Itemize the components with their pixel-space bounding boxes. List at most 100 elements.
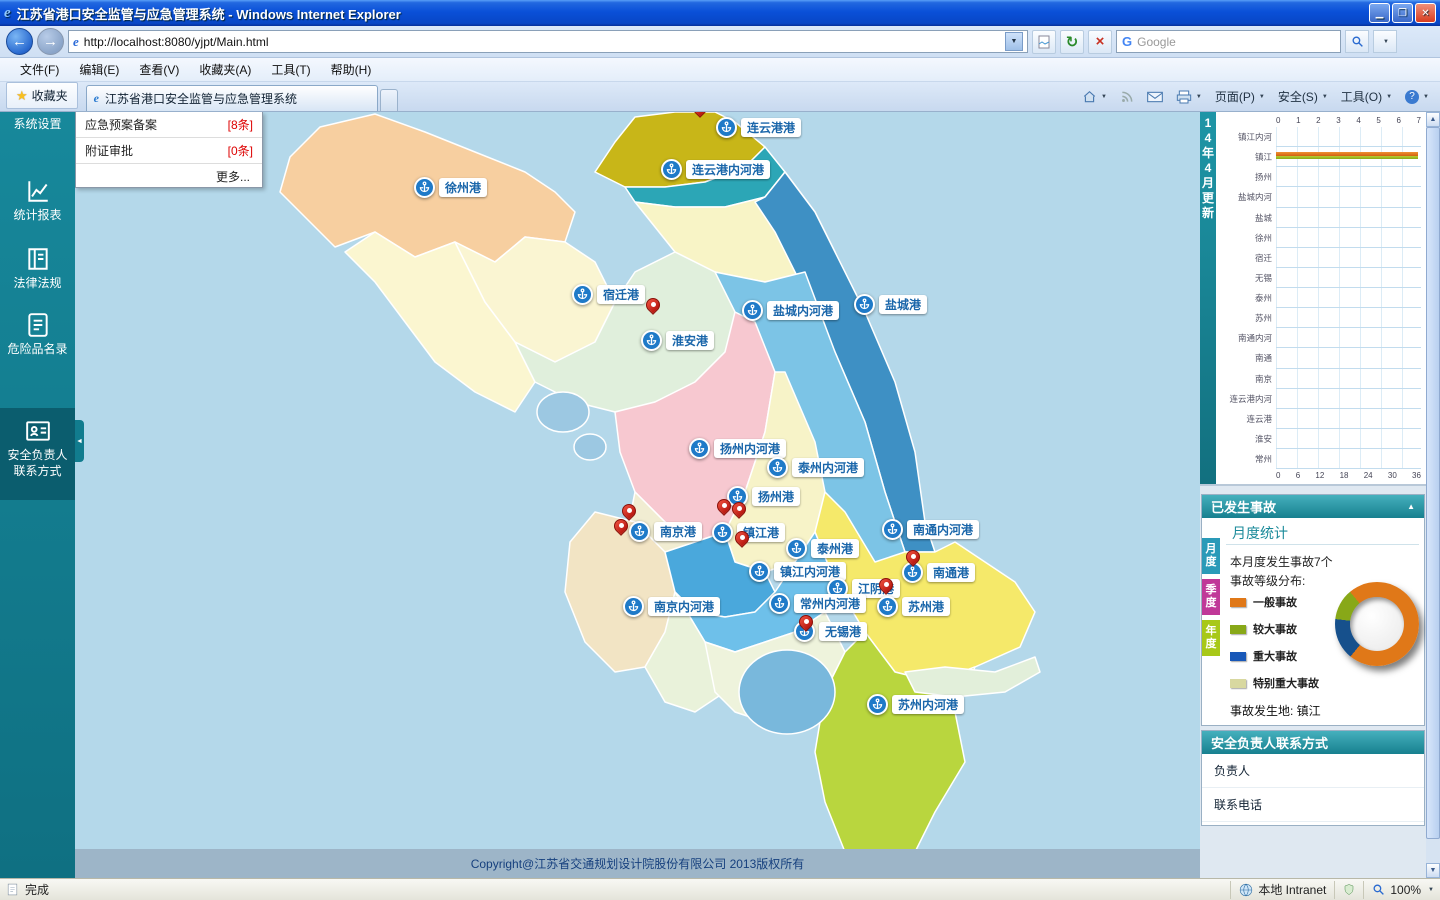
search-options-button[interactable]: ▼ [1373, 30, 1397, 53]
flyout-more-link[interactable]: 更多... [76, 164, 262, 187]
accident-tab-季度[interactable]: 季度 [1202, 579, 1220, 615]
sidebar-item-reports[interactable]: 统计报表 [0, 178, 75, 223]
page-menu-button[interactable]: 页面(P)▼ [1210, 86, 1270, 107]
anchor-icon [572, 284, 593, 305]
scroll-down-arrow[interactable]: ▼ [1426, 863, 1440, 878]
stop-button[interactable]: × [1088, 30, 1112, 54]
port-marker[interactable]: 泰州港 [786, 538, 859, 559]
tab-bar: ★ 收藏夹 e 江苏省港口安全监管与应急管理系统 ▼ ▼ 页面(P)▼ 安全(S… [0, 82, 1440, 112]
compatibility-button[interactable] [1032, 30, 1056, 54]
close-button[interactable]: ✕ [1415, 3, 1436, 23]
minimize-button[interactable]: ▁ [1369, 3, 1390, 23]
chart-row: 南京 [1216, 369, 1421, 389]
back-button[interactable]: ← [6, 28, 33, 55]
accident-location: 事故发生地: 镇江 [1230, 702, 1321, 719]
accident-pin-icon[interactable] [906, 550, 920, 564]
menu-tools[interactable]: 工具(T) [261, 58, 320, 81]
accident-donut [1335, 582, 1419, 666]
port-marker[interactable]: 扬州内河港 [689, 438, 786, 459]
anchor-glyph [858, 298, 871, 311]
collapse-arrow-icon[interactable]: ▲ [1407, 502, 1415, 511]
accident-pin-icon[interactable] [732, 502, 746, 516]
port-marker[interactable]: 连云港内河港 [661, 159, 770, 180]
port-marker[interactable]: 南京内河港 [623, 596, 720, 617]
menu-help[interactable]: 帮助(H) [321, 58, 382, 81]
port-label: 无锡港 [819, 622, 867, 641]
forward-button[interactable]: → [37, 28, 64, 55]
accident-pin-icon[interactable] [799, 615, 813, 629]
chart-category-label: 盐城 [1216, 212, 1276, 224]
mail-button[interactable] [1142, 89, 1168, 105]
favorites-button[interactable]: ★ 收藏夹 [6, 82, 78, 109]
port-marker[interactable]: 南京港 [629, 521, 702, 542]
port-marker[interactable]: 泰州内河港 [767, 457, 864, 478]
accident-pin-icon[interactable] [717, 499, 731, 513]
accident-pin-icon[interactable] [735, 531, 749, 545]
chart-row-track [1276, 268, 1421, 288]
sidebar-item-dangerous-goods[interactable]: 危险品名录 [0, 312, 75, 357]
print-button[interactable]: ▼ [1171, 88, 1207, 106]
contact-panel-header[interactable]: 安全负责人联系方式 [1202, 731, 1424, 754]
tools-menu-button[interactable]: 工具(O)▼ [1336, 86, 1397, 107]
zoom-dropdown-icon[interactable]: ▼ [1428, 887, 1434, 893]
accident-pin-icon[interactable] [614, 519, 628, 533]
new-tab-button[interactable] [380, 89, 398, 111]
port-marker[interactable]: 苏州港 [877, 596, 950, 617]
anchor-icon [629, 521, 650, 542]
search-input[interactable]: G Google [1116, 30, 1341, 53]
home-button[interactable]: ▼ [1077, 88, 1112, 106]
port-label: 徐州港 [439, 178, 487, 197]
menu-favorites[interactable]: 收藏夹(A) [189, 58, 261, 81]
flyout-count-badge: [8条] [228, 116, 253, 133]
refresh-button[interactable]: ↻ [1060, 30, 1084, 54]
restore-button[interactable]: ❐ [1392, 3, 1413, 23]
port-marker[interactable]: 常州内河港 [769, 593, 866, 614]
port-marker[interactable]: 徐州港 [414, 177, 487, 198]
port-marker[interactable]: 宿迁港 [572, 284, 645, 305]
menu-edit[interactable]: 编辑(E) [69, 58, 129, 81]
sidebar-item-laws[interactable]: 法律法规 [0, 246, 75, 291]
anchor-glyph [871, 698, 884, 711]
port-marker[interactable]: 盐城内河港 [742, 300, 839, 321]
url-dropdown-icon[interactable]: ▼ [1005, 32, 1023, 51]
accident-pin-icon[interactable] [646, 298, 660, 312]
search-button[interactable] [1345, 30, 1369, 53]
accident-pin-icon[interactable] [693, 112, 707, 115]
scroll-thumb[interactable] [1426, 127, 1440, 839]
accident-pin-icon[interactable] [622, 504, 636, 518]
axis-tick: 36 [1412, 471, 1421, 480]
tab-title: 江苏省港口安全监管与应急管理系统 [105, 90, 297, 107]
tab-active[interactable]: e 江苏省港口安全监管与应急管理系统 [86, 85, 378, 111]
mail-icon [1147, 91, 1163, 103]
port-marker[interactable]: 南通内河港 [882, 519, 979, 540]
sidebar-item-system-settings[interactable]: 系统设置 [0, 112, 75, 132]
sidebar-collapse-handle[interactable]: ◄ [75, 420, 84, 462]
chart-category-label: 南通 [1216, 352, 1276, 364]
port-marker[interactable]: 苏州内河港 [867, 694, 964, 715]
help-button[interactable]: ?▼ [1400, 88, 1434, 106]
flyout-item-emergency-plan[interactable]: 应急预案备案 [8条] [76, 112, 262, 138]
sidebar-item-contact[interactable]: 安全负责人联系方式 [0, 408, 75, 500]
safety-menu-button[interactable]: 安全(S)▼ [1273, 86, 1333, 107]
chart-row: 连云港 [1216, 409, 1421, 429]
zoom-control[interactable]: 100% ▼ [1363, 881, 1434, 899]
flyout-item-certificate-approval[interactable]: 附证审批 [0条] [76, 138, 262, 164]
port-marker[interactable]: 连云港港 [716, 117, 801, 138]
accident-panel-header[interactable]: 已发生事故 ▲ [1202, 495, 1424, 518]
vertical-scrollbar[interactable]: ▲ ▼ [1426, 112, 1440, 878]
menu-file[interactable]: 文件(F) [10, 58, 69, 81]
search-placeholder: Google [1137, 35, 1176, 49]
anchor-glyph [790, 542, 803, 555]
url-input[interactable]: e http://localhost:8080/yjpt/Main.html ▼ [68, 30, 1028, 53]
feeds-button[interactable] [1115, 88, 1139, 106]
port-marker[interactable]: 盐城港 [854, 294, 927, 315]
scroll-up-arrow[interactable]: ▲ [1426, 112, 1440, 127]
port-marker[interactable]: 淮安港 [641, 330, 714, 351]
accident-pin-icon[interactable] [879, 578, 893, 592]
chart-title-char: 新 [1200, 206, 1216, 221]
accident-tab-年度[interactable]: 年度 [1202, 620, 1220, 656]
menu-view[interactable]: 查看(V) [129, 58, 189, 81]
accident-tab-月度[interactable]: 月度 [1202, 538, 1220, 574]
province-map[interactable]: 连云港港连云港内河港徐州港宿迁港淮安港盐城内河港盐城港扬州内河港泰州内河港扬州港… [75, 112, 1200, 878]
chart-row-track [1276, 348, 1421, 368]
